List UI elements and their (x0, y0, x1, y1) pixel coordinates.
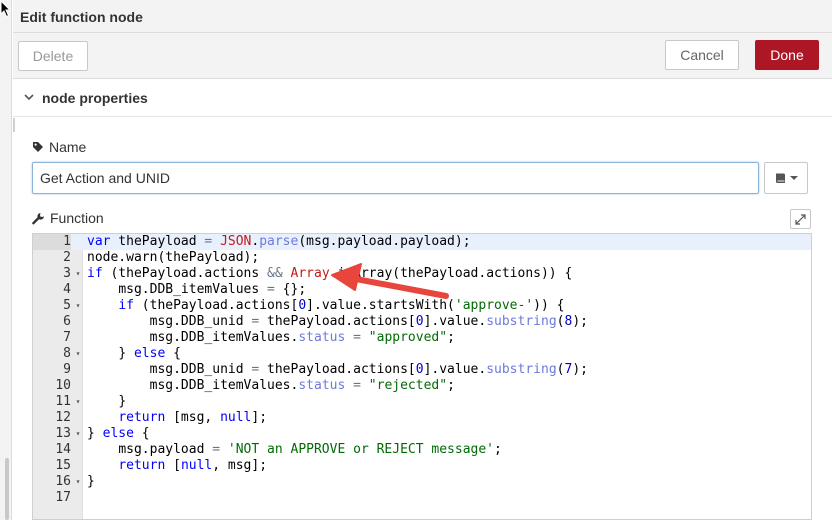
caret-down-icon (789, 176, 798, 180)
line-number: 5 (63, 298, 71, 313)
code-text: msg.DDB_unid = thePayload.actions[0].val… (149, 362, 588, 377)
code-line[interactable]: 10 msg.DDB_itemValues.status = "rejected… (33, 378, 811, 394)
name-input[interactable] (32, 162, 759, 194)
code-line[interactable]: 11 ▾ } (33, 394, 811, 410)
code-line[interactable]: 15 return [null, msg]; (33, 458, 811, 474)
line-number: 11 (55, 394, 71, 409)
section-label: node properties (42, 90, 148, 106)
line-number: 7 (63, 330, 71, 345)
code-text: var thePayload = JSON.parse(msg.payload.… (87, 234, 471, 249)
code-line[interactable]: 14 msg.payload = 'NOT an APPROVE or REJE… (33, 442, 811, 458)
code-text: } (87, 474, 95, 489)
code-text: if (thePayload.actions[0].value.startsWi… (118, 298, 565, 313)
line-number: 10 (55, 378, 71, 393)
node-properties-header[interactable]: node properties (13, 79, 832, 117)
dialog-title: Edit function node (20, 9, 143, 25)
code-text: } else { (118, 346, 181, 361)
code-text: return [msg, null]; (118, 410, 268, 425)
code-text: } else { (87, 426, 150, 441)
line-number: 2 (63, 250, 71, 265)
line-number: 3 (63, 266, 71, 281)
line-number: 14 (55, 442, 71, 457)
code-line[interactable]: 4 msg.DDB_itemValues = {}; (33, 282, 811, 298)
code-text: node.warn(thePayload); (87, 250, 260, 265)
book-icon (775, 173, 785, 183)
divider (13, 118, 15, 132)
cancel-button[interactable]: Cancel (665, 40, 739, 70)
scrollbar-thumb[interactable] (5, 458, 9, 520)
code-line[interactable]: 17 (33, 490, 811, 506)
tray-toolbar: Delete Cancel Done (13, 33, 832, 79)
code-text: msg.DDB_itemValues.status = "rejected"; (149, 378, 455, 393)
function-label-row: Function (32, 210, 104, 226)
line-number: 15 (55, 458, 71, 473)
line-number: 12 (55, 410, 71, 425)
left-panel-edge (0, 0, 12, 520)
line-number: 1 (33, 234, 71, 250)
fold-toggle-icon[interactable]: ▾ (73, 394, 83, 410)
edit-tray: Edit function node Delete Cancel Done no… (13, 0, 832, 520)
wrench-icon (32, 212, 44, 224)
line-number: 17 (55, 490, 71, 505)
fold-toggle-icon[interactable]: ▾ (73, 474, 83, 490)
code-text: return [null, msg]; (118, 458, 268, 473)
name-label: Name (49, 139, 87, 155)
code-text: msg.DDB_itemValues.status = "approved"; (149, 330, 455, 345)
code-line[interactable]: 1 var thePayload = JSON.parse(msg.payload… (33, 234, 811, 250)
line-number: 4 (63, 282, 71, 297)
mouse-cursor-icon (0, 0, 12, 18)
code-line[interactable]: 12 return [msg, null]; (33, 410, 811, 426)
code-text: if (thePayload.actions && Array.isArray(… (87, 266, 573, 281)
code-lines[interactable]: 1 var thePayload = JSON.parse(msg.payload… (33, 234, 811, 506)
code-line[interactable]: 16 ▾} (33, 474, 811, 490)
code-text: msg.payload = 'NOT an APPROVE or REJECT … (118, 442, 502, 457)
code-line[interactable]: 6 msg.DDB_unid = thePayload.actions[0].v… (33, 314, 811, 330)
expand-icon (795, 213, 806, 225)
code-editor[interactable]: 1 var thePayload = JSON.parse(msg.payload… (32, 233, 812, 520)
fold-toggle-icon[interactable]: ▾ (73, 346, 83, 362)
done-button[interactable]: Done (755, 40, 819, 70)
code-text: msg.DDB_unid = thePayload.actions[0].val… (149, 314, 588, 329)
code-text: msg.DDB_itemValues = {}; (118, 282, 307, 297)
line-number: 6 (63, 314, 71, 329)
name-label-row: Name (32, 139, 86, 155)
code-line[interactable]: 5 ▾ if (thePayload.actions[0].value.start… (33, 298, 811, 314)
code-text: } (118, 394, 127, 409)
chevron-down-icon (24, 94, 34, 101)
tray-header: Edit function node (13, 0, 832, 33)
code-line[interactable]: 3 ▾ if (thePayload.actions && Array.isArra… (33, 266, 811, 282)
delete-button[interactable]: Delete (18, 41, 88, 71)
fold-toggle-icon[interactable]: ▾ (73, 298, 83, 314)
line-number: 16 (55, 474, 71, 489)
icon-picker-button[interactable] (764, 162, 808, 194)
fold-toggle-icon[interactable]: ▾ (73, 426, 83, 442)
code-line[interactable]: 2 node.warn(thePayload); (33, 250, 811, 266)
expand-editor-button[interactable] (790, 209, 811, 229)
function-label: Function (50, 210, 104, 226)
line-number: 8 (63, 346, 71, 361)
line-number: 13 (55, 426, 71, 441)
fold-toggle-icon[interactable]: ▾ (73, 266, 83, 282)
code-line[interactable]: 9 msg.DDB_unid = thePayload.actions[0].v… (33, 362, 811, 378)
line-number: 9 (63, 362, 71, 377)
code-line[interactable]: 8 ▾ } else { (33, 346, 811, 362)
tag-icon (33, 142, 43, 152)
code-line[interactable]: 7 msg.DDB_itemValues.status = "approved"… (33, 330, 811, 346)
code-line[interactable]: 13 ▾ } else { (33, 426, 811, 442)
